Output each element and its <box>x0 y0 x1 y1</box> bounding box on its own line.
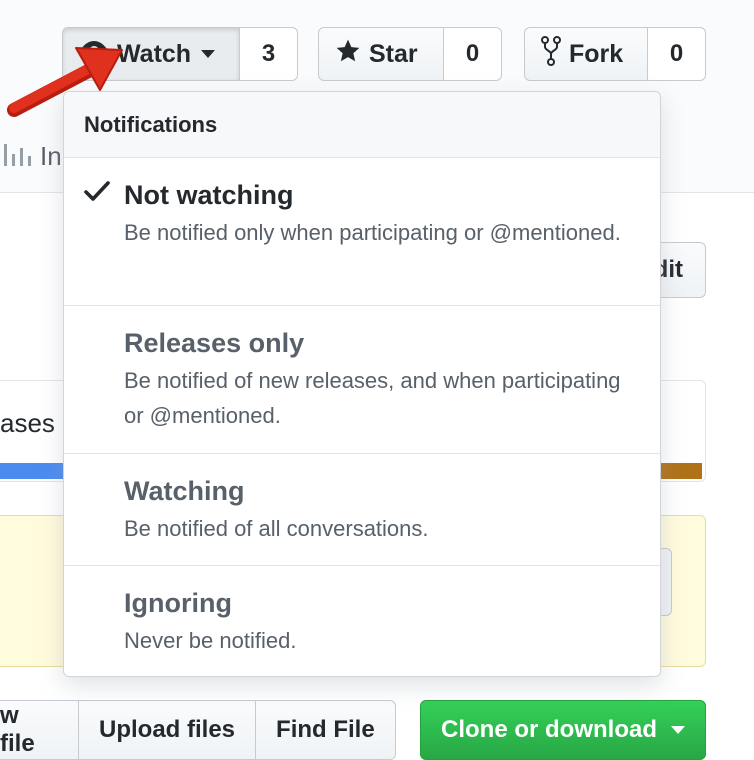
option-description: Never be notified. <box>124 628 297 653</box>
tab-insights[interactable]: In <box>2 140 62 173</box>
clone-label: Clone or download <box>441 716 657 743</box>
find-file-button[interactable]: Find File <box>255 700 396 760</box>
fork-count[interactable]: 0 <box>648 27 706 81</box>
annotation-arrow-icon <box>7 47 123 117</box>
tab-insights-label: In <box>40 141 62 171</box>
fork-button-group: Fork 0 <box>524 27 706 81</box>
option-title: Releases only <box>124 328 305 358</box>
star-button[interactable]: Star <box>318 27 444 81</box>
watch-count[interactable]: 3 <box>240 27 298 81</box>
option-title: Ignoring <box>124 588 232 618</box>
notification-option-releases-only[interactable]: Releases only Be notified of new release… <box>64 306 660 454</box>
dropdown-title: Notifications <box>64 92 660 158</box>
option-title: Not watching <box>124 180 294 210</box>
star-button-group: Star 0 <box>318 27 502 81</box>
chevron-down-icon <box>671 726 685 734</box>
notification-option-watching[interactable]: Watching Be notified of all conversation… <box>64 454 660 566</box>
releases-label[interactable]: ases <box>0 408 55 439</box>
option-description: Be notified only when participating or @… <box>124 220 621 245</box>
check-icon <box>84 180 110 207</box>
notification-option-ignoring[interactable]: Ignoring Never be notified. <box>64 566 660 676</box>
option-title: Watching <box>124 476 245 506</box>
fork-label: Fork <box>569 39 624 68</box>
chevron-down-icon <box>201 50 216 58</box>
option-description: Be notified of all conversations. <box>124 516 429 541</box>
star-icon <box>335 38 361 71</box>
file-actions: w file Upload files Find File <box>0 700 396 760</box>
star-count[interactable]: 0 <box>444 27 502 81</box>
upload-files-button[interactable]: Upload files <box>78 700 257 760</box>
create-new-file-button[interactable]: w file <box>0 700 79 760</box>
graph-icon <box>2 140 32 173</box>
option-description: Be notified of new releases, and when pa… <box>124 368 621 428</box>
notification-option-not-watching[interactable]: Not watching Be notified only when parti… <box>64 158 660 306</box>
clone-or-download-button[interactable]: Clone or download <box>420 700 706 760</box>
fork-button[interactable]: Fork <box>524 27 648 81</box>
notifications-dropdown: Notifications Not watching Be notified o… <box>63 91 661 677</box>
fork-icon <box>541 35 561 73</box>
star-label: Star <box>369 39 418 68</box>
